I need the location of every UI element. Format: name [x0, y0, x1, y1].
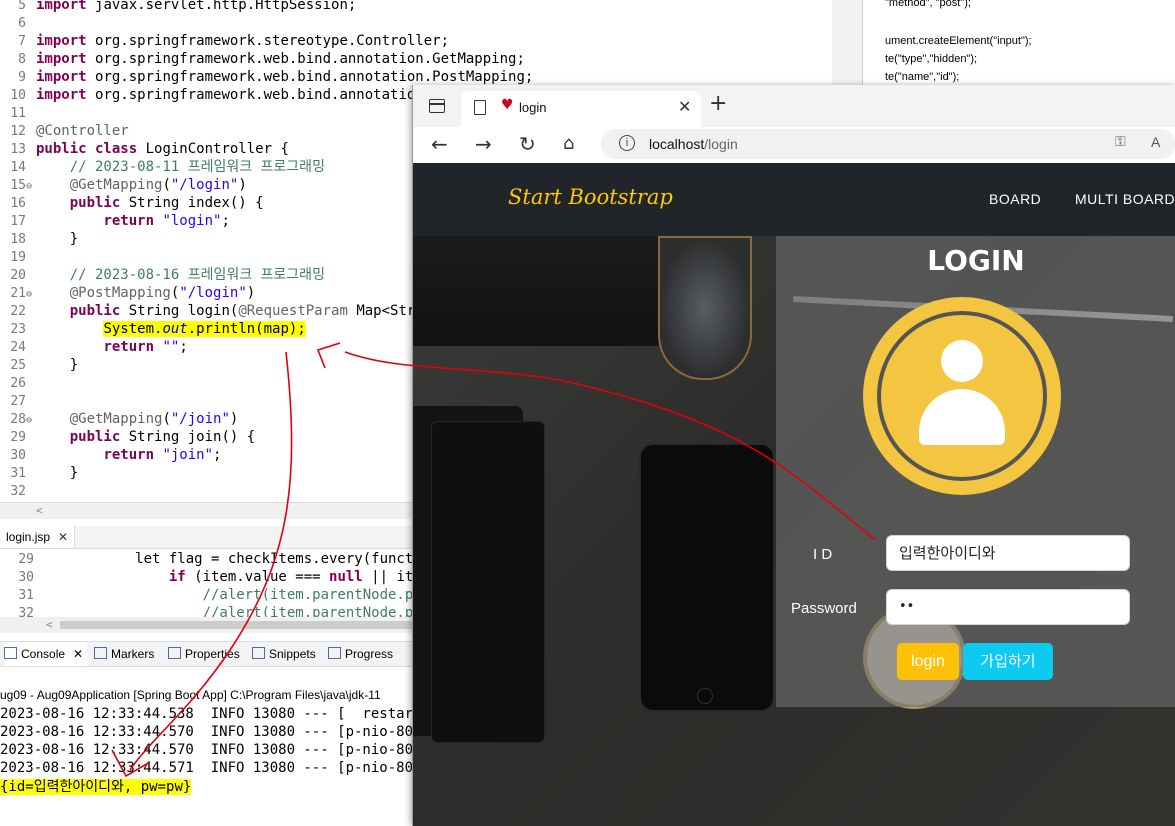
jsp-code-editor[interactable]: 29 let flag = checkItems.every(functi 30…: [0, 549, 412, 617]
code-line: ument.createElement("input");: [885, 35, 1032, 47]
scroll-left-icon[interactable]: <: [36, 504, 43, 517]
login-button[interactable]: login: [897, 643, 959, 680]
brand-logo[interactable]: Start Bootstrap: [508, 185, 673, 209]
code-line: 31 //alert(item.parentNode.pa: [18, 587, 412, 603]
new-tab-icon[interactable]: +: [709, 93, 727, 115]
code-line: 7 import org.springframework.stereotype.C…: [18, 33, 450, 49]
tab-markers[interactable]: Markers: [94, 642, 154, 666]
close-tab-icon[interactable]: ✕: [678, 97, 691, 116]
console-icon: [4, 647, 17, 659]
code-line: 5 import javax.servlet.http.HttpSession;: [18, 0, 357, 13]
refresh-icon[interactable]: ↻: [519, 133, 536, 155]
tab-console[interactable]: Console ✕: [4, 642, 88, 666]
markers-icon: [94, 647, 107, 659]
sunglasses-photo: [658, 236, 752, 380]
code-line: 30 if (item.value === null || ite: [18, 569, 412, 585]
password-input[interactable]: ••: [886, 589, 1130, 625]
browser-tab-login[interactable]: ♥ login ✕: [461, 91, 701, 127]
id-input[interactable]: 입력한아이디와: [886, 535, 1130, 571]
code-line: 32 //alert(item.parentNode.pa: [18, 605, 412, 617]
login-title: LOGIN: [927, 244, 1025, 277]
hero-background: LOGIN I D 입력한아이디와 Password •• login 가입하기: [413, 236, 1175, 826]
site-navbar: Start Bootstrap BOARD MULTI BOARD: [413, 163, 1175, 236]
avatar-body: [919, 389, 1005, 445]
password-label: Password: [791, 600, 857, 617]
nav-link-board[interactable]: BOARD: [989, 191, 1041, 207]
phone-home-button: [697, 688, 713, 704]
login-panel: LOGIN I D 입력한아이디와 Password •• login 가입하기: [776, 236, 1175, 707]
home-icon[interactable]: ⌂: [563, 133, 574, 155]
console-view-tabs: Console ✕ Markers Properties Snippets Pro…: [0, 641, 412, 667]
editor-horizontal-scrollbar[interactable]: <: [0, 502, 412, 519]
site-info-icon[interactable]: i: [619, 135, 635, 151]
console-launch-title: ug09 - Aug09Application [Spring Boot App…: [0, 688, 381, 702]
jsp-editor-tabbar: login.jsp ✕: [0, 526, 412, 549]
progress-icon: [328, 647, 341, 659]
tab-title: login: [519, 100, 547, 115]
console-output[interactable]: 2023-08-16 12:33:44.538 INFO 13080 --- […: [0, 705, 412, 826]
nav-link-multi-board[interactable]: MULTI BOARD: [1075, 191, 1175, 207]
editor-side-gutter: [832, 0, 862, 90]
close-icon[interactable]: ✕: [73, 647, 83, 661]
url-text: localhost/login: [649, 136, 738, 152]
code-line: "method", "post");: [885, 0, 971, 9]
forward-icon[interactable]: →: [475, 133, 492, 155]
tab-properties[interactable]: Properties: [168, 642, 240, 666]
phone-photo: [639, 443, 775, 712]
avatar-head: [941, 340, 983, 382]
user-avatar-icon: [881, 315, 1043, 477]
browser-tabstrip: ♥ login ✕ +: [413, 85, 1175, 127]
tab-snippets[interactable]: Snippets: [252, 642, 316, 666]
heart-favicon-icon: ♥: [501, 97, 514, 113]
tab-login-jsp[interactable]: login.jsp ✕: [0, 526, 76, 548]
key-icon[interactable]: ⚿: [1115, 134, 1126, 150]
id-label: I D: [813, 546, 833, 563]
code-line: 8 import org.springframework.web.bind.ann…: [18, 51, 525, 67]
code-line: 9 import org.springframework.web.bind.ann…: [18, 69, 534, 85]
scroll-left-icon[interactable]: <: [46, 618, 53, 631]
code-line: te("type","hidden");: [885, 53, 978, 65]
log-line: 2023-08-16 12:33:44.571 INFO 13080 --- […: [0, 760, 412, 776]
page-icon: [474, 100, 486, 115]
browser-toolbar: ← → ↻ ⌂ i localhost/login ⚿ A: [413, 127, 1175, 164]
wallet-photo: [431, 421, 545, 743]
tab-actions-icon[interactable]: [429, 99, 445, 113]
code-line: 29 let flag = checkItems.every(functi: [18, 551, 412, 567]
back-icon[interactable]: ←: [431, 133, 448, 155]
browser-window: ♥ login ✕ + ← → ↻ ⌂ i localhost/login ⚿ …: [412, 85, 1175, 826]
log-line: 2023-08-16 12:33:44.570 INFO 13080 --- […: [0, 724, 412, 740]
log-line: 2023-08-16 12:33:44.538 INFO 13080 --- […: [0, 706, 412, 722]
address-bar[interactable]: i localhost/login ⚿ A: [601, 129, 1175, 159]
code-line: 6: [18, 16, 26, 31]
log-line: 2023-08-16 12:33:44.570 INFO 13080 --- […: [0, 742, 412, 758]
read-aloud-icon[interactable]: A: [1151, 134, 1160, 150]
properties-icon: [168, 647, 181, 659]
join-button[interactable]: 가입하기: [963, 643, 1053, 680]
log-output-highlighted: {id=입력한아이디와, pw=pw}: [0, 779, 192, 795]
js-code-pane[interactable]: "method", "post"); ument.createElement("…: [862, 0, 1175, 90]
snippets-icon: [252, 647, 265, 659]
scrollbar-thumb[interactable]: [60, 621, 412, 629]
jsp-horizontal-scrollbar[interactable]: <: [0, 617, 412, 633]
close-icon[interactable]: ✕: [58, 530, 68, 544]
tab-progress[interactable]: Progress: [328, 642, 393, 666]
code-line: te("name","id");: [885, 71, 960, 83]
